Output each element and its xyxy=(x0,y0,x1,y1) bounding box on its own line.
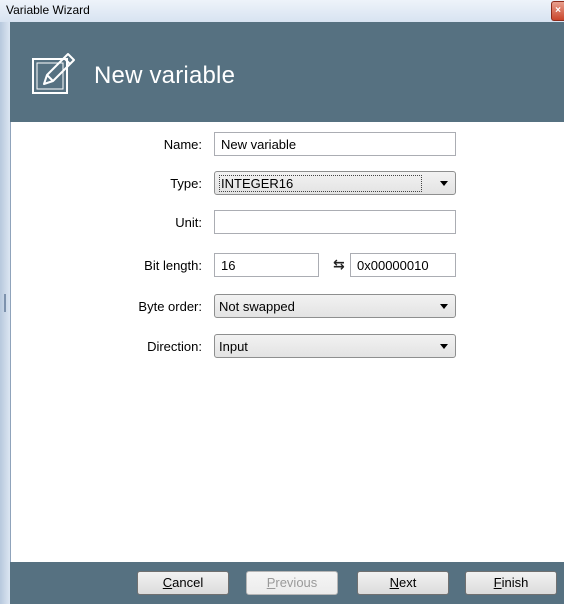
unit-row: Unit: xyxy=(10,210,564,236)
next-label: ext xyxy=(399,575,417,590)
unit-label: Unit: xyxy=(175,215,202,230)
finish-mnemonic: F xyxy=(493,575,502,590)
next-button[interactable]: Next xyxy=(357,571,449,595)
bitlength-row: Bit length: 16 ⇆ 0x00000010 xyxy=(10,253,564,279)
name-input[interactable]: New variable xyxy=(214,132,456,156)
cancel-mnemonic: C xyxy=(162,575,173,590)
byteorder-label: Byte order: xyxy=(138,299,202,314)
cancel-label: ancel xyxy=(172,575,204,590)
resize-grip xyxy=(4,294,6,312)
name-row: Name: New variable xyxy=(10,132,564,158)
chevron-down-icon xyxy=(440,344,448,349)
type-row: Type: INTEGER16 xyxy=(10,171,564,197)
byteorder-value: Not swapped xyxy=(219,299,295,314)
type-label: Type: xyxy=(170,176,202,191)
next-mnemonic: N xyxy=(389,575,400,590)
direction-row: Direction: Input xyxy=(10,334,564,360)
bitlength-hex-input[interactable]: 0x00000010 xyxy=(350,253,456,277)
wizard-footer: Cancel Previous Next Finish xyxy=(10,562,564,604)
chevron-down-icon xyxy=(440,181,448,186)
close-button[interactable]: × xyxy=(551,1,564,21)
unit-input[interactable] xyxy=(214,210,456,234)
direction-value: Input xyxy=(219,339,248,354)
direction-select[interactable]: Input xyxy=(214,334,456,358)
type-value: INTEGER16 xyxy=(219,175,423,192)
chevron-down-icon xyxy=(440,304,448,309)
type-select[interactable]: INTEGER16 xyxy=(214,171,456,195)
bitlength-label: Bit length: xyxy=(144,258,202,273)
previous-button[interactable]: Previous xyxy=(246,571,338,595)
page-title: New variable xyxy=(94,62,236,89)
direction-label: Direction: xyxy=(147,339,202,354)
name-label: Name: xyxy=(163,137,202,152)
window-title: Variable Wizard xyxy=(6,3,90,17)
edit-pencil-icon xyxy=(32,53,75,94)
finish-label: inish xyxy=(501,575,529,590)
cancel-button[interactable]: Cancel xyxy=(137,571,229,595)
byteorder-row: Byte order: Not swapped xyxy=(10,294,564,320)
previous-label: revious xyxy=(275,575,318,590)
byteorder-select[interactable]: Not swapped xyxy=(214,294,456,318)
finish-button[interactable]: Finish xyxy=(465,571,557,595)
title-bar: Variable Wizard × xyxy=(0,0,564,23)
swap-icon[interactable]: ⇆ xyxy=(333,256,345,273)
bitlength-input[interactable]: 16 xyxy=(214,253,319,277)
wizard-header: New variable xyxy=(10,22,564,122)
